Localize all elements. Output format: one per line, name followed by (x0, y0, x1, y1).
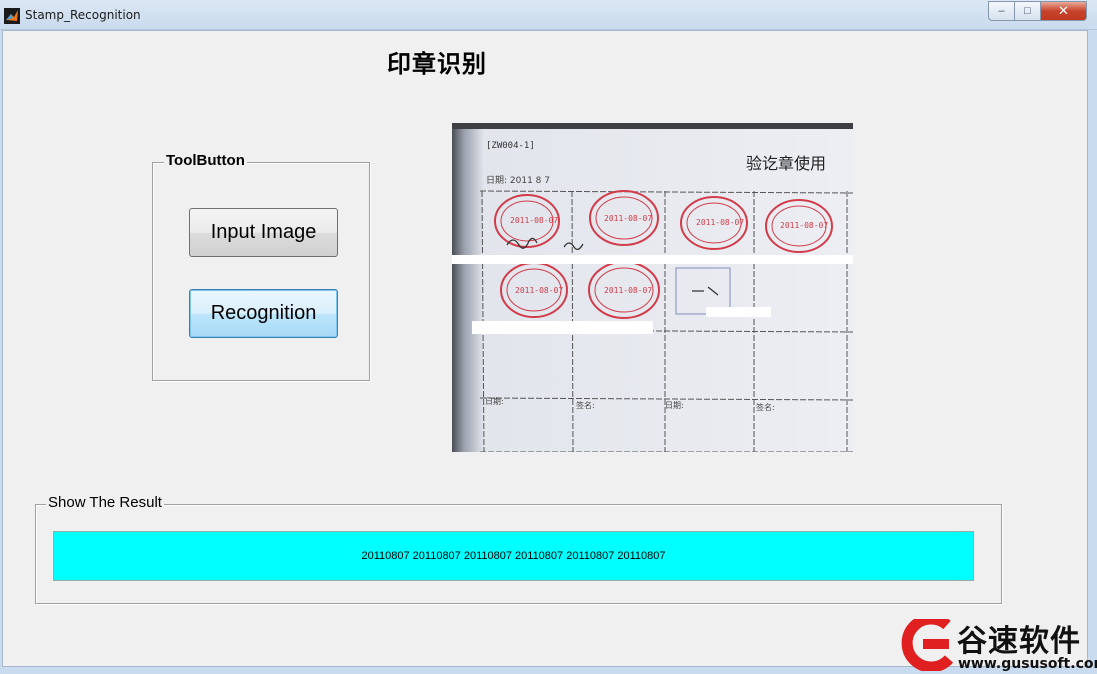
result-text-field: 20110807 20110807 20110807 20110807 2011… (53, 531, 974, 581)
minimize-button[interactable]: – (988, 1, 1015, 21)
input-image-button[interactable]: Input Image (189, 208, 338, 257)
watermark-name: 谷速软件 (957, 624, 1081, 659)
title-bar: Stamp_Recognition – □ ✕ (0, 0, 1097, 30)
document-image: [ZW004-1] 验讫章使用 日期: 2011 8 7 2011-08-07 … (452, 123, 853, 452)
svg-text:2011-08-07: 2011-08-07 (515, 286, 563, 295)
svg-text:2011-08-07: 2011-08-07 (510, 216, 558, 225)
matlab-icon (4, 8, 20, 24)
watermark-url: www.gususoft.com (958, 656, 1097, 672)
result-text: 20110807 20110807 20110807 20110807 2011… (361, 550, 666, 562)
page-title: 印章识别 (387, 50, 487, 78)
toolbutton-panel (152, 162, 370, 381)
svg-text:日期: 2011 8 7: 日期: 2011 8 7 (486, 175, 550, 186)
document-code: [ZW004-1] (486, 141, 535, 151)
gususoft-logo-icon (901, 619, 954, 671)
window-title: Stamp_Recognition (25, 8, 141, 22)
window-controls: – □ ✕ (988, 1, 1087, 21)
document-heading: 验讫章使用 (746, 154, 826, 173)
svg-text:2011-08-07: 2011-08-07 (780, 221, 828, 230)
toolbutton-panel-title: ToolButton (164, 152, 247, 169)
svg-text:2011-08-07: 2011-08-07 (604, 214, 652, 223)
svg-text:签名:: 签名: (756, 402, 775, 412)
result-panel-title: Show The Result (46, 494, 164, 511)
svg-text:2011-08-07: 2011-08-07 (604, 286, 652, 295)
maximize-button[interactable]: □ (1015, 1, 1041, 21)
svg-text:签名:: 签名: (576, 400, 595, 410)
close-button[interactable]: ✕ (1041, 1, 1087, 21)
svg-text:日期:: 日期: (485, 397, 504, 406)
svg-text:日期:: 日期: (665, 401, 684, 410)
svg-text:2011-08-07: 2011-08-07 (696, 218, 744, 227)
recognition-button[interactable]: Recognition (189, 289, 338, 338)
